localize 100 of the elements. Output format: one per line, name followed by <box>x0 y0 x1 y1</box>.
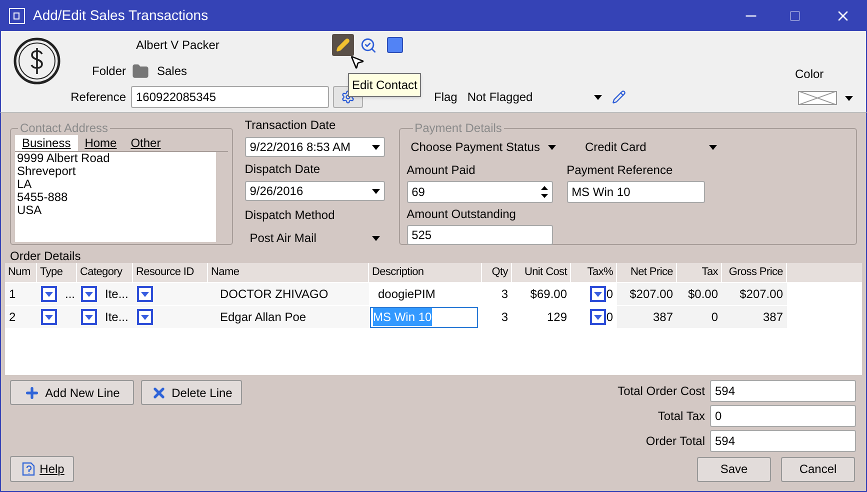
amount-outstanding-label: Amount Outstanding <box>406 206 517 223</box>
triangle-icon <box>45 292 53 296</box>
table-cell-text: ... <box>65 286 76 303</box>
dropdown-button[interactable] <box>41 309 57 325</box>
dropdown-button[interactable] <box>590 286 606 302</box>
amount-paid-spinner[interactable]: 69 <box>406 181 553 203</box>
caret-icon <box>594 94 602 100</box>
tooltip: Edit Contact <box>348 73 422 97</box>
table-cell-text: $0.00 <box>688 286 718 303</box>
color-picker[interactable] <box>798 91 853 105</box>
cancel-button[interactable]: Cancel <box>781 456 855 482</box>
triangle-icon <box>594 292 602 296</box>
column-header[interactable]: Qty <box>482 263 512 282</box>
address-text-box[interactable]: 9999 Albert Road Shreveport LA 5455-888 USA <box>15 152 216 242</box>
help-button[interactable]: Help <box>10 456 74 482</box>
pencil-icon <box>336 38 350 52</box>
transaction-date-label: Transaction Date <box>244 117 337 134</box>
total-input[interactable]: 594 <box>710 380 856 402</box>
group-title: Contact Address <box>19 120 110 137</box>
dropdown-button[interactable] <box>137 286 153 302</box>
add-line-button[interactable]: Add New Line <box>10 380 134 405</box>
delete-line-button[interactable]: Delete Line <box>141 380 242 405</box>
address-line: 5455-888 <box>17 191 69 204</box>
table-cell-text: doogiePIM <box>377 286 436 303</box>
address-tab[interactable]: Business <box>15 135 78 151</box>
caret-icon <box>372 144 380 150</box>
amount-paid-label: Amount Paid <box>406 162 476 179</box>
address-line: Shreveport <box>17 165 77 178</box>
edit-flag-icon[interactable] <box>612 90 626 104</box>
transaction-date-picker[interactable]: 9/22/2016 8:53 AM <box>244 137 385 157</box>
table-cell-text: 3 <box>501 309 508 326</box>
column-header[interactable]: Unit Cost <box>512 263 571 282</box>
table-cell-text: DOCTOR ZHIVAGO <box>219 286 328 303</box>
window-icon <box>9 8 25 24</box>
table-cell-text: $69.00 <box>530 286 567 303</box>
window-title: Add/Edit Sales Transactions <box>33 6 208 25</box>
dropdown-button[interactable] <box>590 309 606 325</box>
total-label: Total Order Cost <box>618 383 705 400</box>
column-header[interactable]: Resource ID <box>133 263 208 282</box>
table-cell-text: 0 <box>711 309 718 326</box>
triangle-icon <box>85 292 93 296</box>
table-cell-text: $207.00 <box>740 286 783 303</box>
search-icon[interactable] <box>360 36 377 54</box>
column-header[interactable]: Tax% <box>571 263 617 282</box>
dropdown-button[interactable] <box>81 309 97 325</box>
order-details-title: Order Details <box>10 249 82 263</box>
address-tab[interactable]: Other <box>124 135 168 151</box>
address-tab[interactable]: Home <box>78 135 124 151</box>
table-cell-text: $207.00 <box>630 286 673 303</box>
dispatch-date-picker[interactable]: 9/26/2016 <box>244 181 385 201</box>
empty-swatch-icon <box>798 91 837 105</box>
folder-name: Sales <box>157 63 188 80</box>
dropdown-button[interactable] <box>81 286 97 302</box>
spinner-arrows-icon <box>540 186 548 198</box>
address-line: 9999 Albert Road <box>17 152 111 165</box>
amount-outstanding-input[interactable]: 525 <box>406 225 553 245</box>
triangle-icon <box>141 292 149 296</box>
caret-icon <box>372 188 380 194</box>
column-header[interactable]: Name <box>208 263 369 282</box>
color-square-icon[interactable] <box>387 37 403 53</box>
column-header[interactable]: Type <box>37 263 77 282</box>
gear-icon <box>341 90 355 104</box>
caret-icon <box>548 144 556 150</box>
plus-icon <box>24 384 40 400</box>
caret-icon <box>845 96 853 100</box>
folder-icon <box>132 62 149 80</box>
edit-contact-button[interactable] <box>332 34 354 56</box>
table-cell-text: 1 <box>9 286 16 303</box>
table-cell-text: 387 <box>762 309 783 326</box>
column-header[interactable]: Gross Price <box>722 263 787 282</box>
triangle-icon <box>85 314 93 320</box>
table-cell-text: 387 <box>652 309 673 326</box>
address-line: USA <box>17 204 43 217</box>
reference-input[interactable]: 160922085345 <box>131 86 329 108</box>
cross-icon <box>150 384 167 400</box>
column-header[interactable]: Net Price <box>617 263 677 282</box>
total-input[interactable]: 594 <box>710 430 856 452</box>
dispatch-method-dropdown[interactable]: Post Air Mail <box>250 229 383 247</box>
dispatch-date-label: Dispatch Date <box>244 161 322 178</box>
contact-name: Albert V Packer <box>135 37 220 54</box>
table-cell-text: Edgar Allan Poe <box>219 309 306 326</box>
payment-reference-input[interactable]: MS Win 10 <box>566 181 705 203</box>
column-header[interactable]: Description <box>369 263 482 282</box>
flag-dropdown[interactable]: Not Flagged <box>467 88 602 106</box>
column-header[interactable]: Tax <box>677 263 722 282</box>
dropdown-button[interactable] <box>41 286 57 302</box>
total-input[interactable]: 0 <box>710 405 856 427</box>
column-header[interactable]: Category <box>77 263 133 282</box>
address-line: LA <box>17 178 32 191</box>
payment-status-dropdown[interactable]: Choose Payment Status <box>410 138 556 156</box>
payment-type-dropdown[interactable]: Credit Card <box>584 138 717 156</box>
cursor-icon <box>349 54 365 70</box>
dropdown-button[interactable] <box>137 309 153 325</box>
payment-reference-label: Payment Reference <box>566 162 674 179</box>
triangle-icon <box>141 314 149 320</box>
table-cell-text: Ite... <box>105 309 128 326</box>
save-button[interactable]: Save <box>697 456 771 482</box>
group-title: Payment Details <box>414 120 503 137</box>
column-header[interactable]: Num <box>5 263 37 282</box>
table-cell-text: 3 <box>501 286 508 303</box>
